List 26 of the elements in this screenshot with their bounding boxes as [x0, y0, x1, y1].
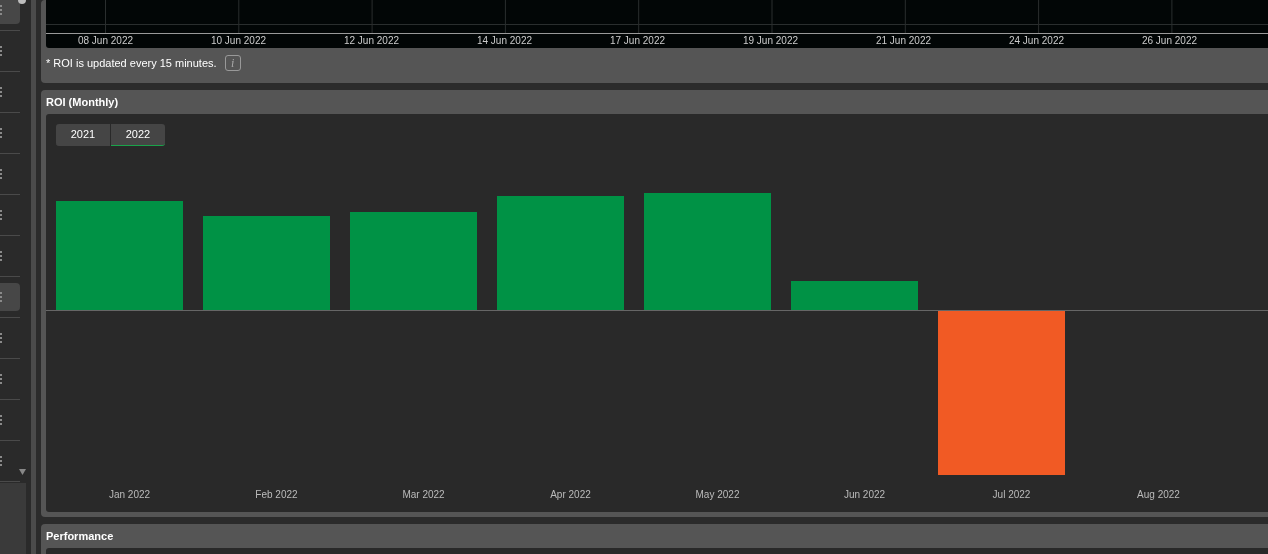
axis-label: Apr 2022	[549, 488, 592, 502]
axis-label: 14 Jun 2022	[475, 34, 534, 48]
sidebar-item[interactable]	[0, 283, 20, 311]
update-note: * ROI is updated every 15 minutes.	[46, 55, 217, 71]
axis-label: 08 Jun 2022	[76, 34, 135, 48]
axis-label: Jun 2022	[842, 488, 887, 502]
axis-label: 21 Jun 2022	[874, 34, 933, 48]
panel-title: Performance	[46, 528, 115, 544]
year-tab[interactable]: 2022	[111, 124, 165, 146]
axis-label: 10 Jun 2022	[209, 34, 268, 48]
year-tab[interactable]: 2021	[56, 124, 110, 146]
axis-label: Feb 2022	[254, 488, 299, 502]
axis-label: 12 Jun 2022	[342, 34, 401, 48]
scroll-down-icon[interactable]	[19, 469, 26, 475]
axis-label: 24 Jun 2022	[1007, 34, 1066, 48]
axis-label: May 2022	[694, 488, 741, 502]
axis-label: Aug 2022	[1136, 488, 1181, 502]
axis-label: Jan 2022	[107, 488, 152, 502]
axis-label: Mar 2022	[401, 488, 446, 502]
sidebar-footer-panel	[0, 483, 26, 554]
axis-label: 26 Jun 2022	[1140, 34, 1199, 48]
axis-label: 17 Jun 2022	[608, 34, 667, 48]
axis-label: 19 Jun 2022	[741, 34, 800, 48]
sidebar-item[interactable]	[0, 0, 20, 24]
panel-title: ROI (Monthly)	[46, 94, 120, 110]
axis-label: Jul 2022	[991, 488, 1032, 502]
